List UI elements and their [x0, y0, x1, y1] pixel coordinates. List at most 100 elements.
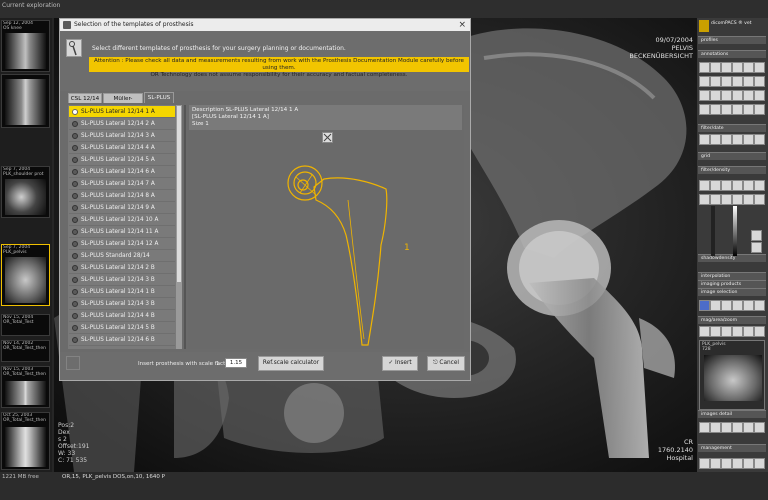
tool-button-icon[interactable] — [754, 458, 765, 469]
radio-icon[interactable] — [72, 325, 78, 331]
radio-icon[interactable] — [72, 277, 78, 283]
section-filter-density[interactable]: filter/density — [698, 166, 766, 174]
thumb-t4[interactable]: Oct 25, 2003 OR_Total_Test_then — [1, 412, 50, 470]
radio-icon[interactable] — [72, 241, 78, 247]
current-image-thumb[interactable]: PLK_pelvis 728 — [699, 340, 765, 410]
tool-button-icon[interactable] — [732, 90, 743, 101]
tool-button-icon[interactable] — [754, 62, 765, 73]
template-item[interactable]: SL-PLUS Lateral 12/14 9 A — [69, 202, 175, 214]
scale-factor-input[interactable]: 1.15 — [225, 358, 247, 368]
section-management[interactable]: management — [698, 444, 766, 452]
radio-icon[interactable] — [72, 157, 78, 163]
section-profiles[interactable]: profiles — [698, 36, 766, 44]
tool-button-icon[interactable] — [710, 62, 721, 73]
radio-icon[interactable] — [72, 205, 78, 211]
thumb-t3[interactable]: Nov 15, 2003 OR_Total_Test_then — [1, 366, 50, 408]
radio-icon[interactable] — [72, 109, 78, 115]
tool-button-icon[interactable] — [710, 300, 721, 311]
tool-button-icon[interactable] — [721, 300, 732, 311]
tool-button-icon[interactable] — [754, 194, 765, 205]
section-annotations[interactable]: annotations — [698, 50, 766, 58]
template-item[interactable]: SL-PLUS Lateral 12/14 3 B — [69, 298, 175, 310]
thumb-t1[interactable]: Nov 15, 2004 OR_Total_Test — [1, 314, 50, 336]
tool-button-icon[interactable] — [710, 458, 721, 469]
template-item[interactable]: SL-PLUS Lateral 12/14 3 A — [69, 130, 175, 142]
template-item[interactable]: SL-PLUS Lateral 12/14 2 B — [69, 262, 175, 274]
radio-icon[interactable] — [72, 133, 78, 139]
tool-button-icon[interactable] — [732, 180, 743, 191]
tool-button-icon[interactable] — [699, 194, 710, 205]
tool-button-icon[interactable] — [743, 180, 754, 191]
tool-button-icon[interactable] — [710, 422, 721, 433]
tool-button-icon[interactable] — [710, 76, 721, 87]
insert-button[interactable]: ✓ Insert — [382, 356, 418, 371]
tool-button-icon[interactable] — [732, 104, 743, 115]
tool-button-icon[interactable] — [710, 104, 721, 115]
tool-button-icon[interactable] — [699, 326, 710, 337]
tool-button-icon[interactable] — [754, 76, 765, 87]
thumb-knee[interactable]: Sep 12, 2004 OS knee — [1, 20, 50, 72]
tool-button-icon[interactable] — [754, 300, 765, 311]
tool-button-icon[interactable] — [721, 62, 732, 73]
tool-button-icon[interactable] — [721, 90, 732, 101]
tool-button-icon[interactable] — [732, 76, 743, 87]
tool-button-icon[interactable] — [732, 422, 743, 433]
tool-button-icon[interactable] — [732, 62, 743, 73]
tool-button-icon[interactable] — [743, 134, 754, 145]
tool-button-icon[interactable] — [732, 194, 743, 205]
tool-button-icon[interactable] — [754, 326, 765, 337]
tool-button-icon[interactable] — [699, 90, 710, 101]
radio-icon[interactable] — [72, 181, 78, 187]
tool-button-icon[interactable] — [699, 62, 710, 73]
radio-icon[interactable] — [72, 145, 78, 151]
tool-button-icon[interactable] — [721, 458, 732, 469]
template-item[interactable]: SL-PLUS Lateral 12/14 2 A — [69, 118, 175, 130]
template-item[interactable]: SL-PLUS Lateral 12/14 4 B — [69, 310, 175, 322]
template-item[interactable]: SL-PLUS Lateral 12/14 1 B — [69, 286, 175, 298]
section-image-selection[interactable]: image selection — [698, 288, 766, 296]
tool-button-icon[interactable] — [754, 180, 765, 191]
tool-button-icon[interactable] — [754, 134, 765, 145]
tool-button-icon[interactable] — [699, 458, 710, 469]
tool-button-icon[interactable] — [699, 300, 710, 311]
template-item[interactable]: SL-PLUS Lateral 12/14 7 A — [69, 178, 175, 190]
radio-icon[interactable] — [72, 169, 78, 175]
section-interpolation[interactable]: interpolation — [698, 272, 766, 280]
tool-button-icon[interactable] — [710, 134, 721, 145]
template-item[interactable]: SL-PLUS Lateral 12/14 6 B — [69, 334, 175, 346]
tool-button-icon[interactable] — [721, 194, 732, 205]
tool-button-icon[interactable] — [710, 180, 721, 191]
radio-icon[interactable] — [72, 193, 78, 199]
tool-button-icon[interactable] — [699, 180, 710, 191]
tool-button-icon[interactable] — [743, 422, 754, 433]
radio-icon[interactable] — [72, 253, 78, 259]
tool-button-icon[interactable] — [710, 326, 721, 337]
template-item[interactable]: SL-PLUS Lateral 12/14 5 A — [69, 154, 175, 166]
thumb-t2[interactable]: Nov 14, 2002 OR_Total_Test_then — [1, 340, 50, 362]
template-item[interactable]: SL-PLUS Lateral 12/14 4 A — [69, 142, 175, 154]
tool-button-icon[interactable] — [743, 76, 754, 87]
tool-button-icon[interactable] — [732, 458, 743, 469]
tool-button-icon[interactable] — [721, 180, 732, 191]
section-shadowdensity[interactable]: shadowdensity — [698, 254, 766, 262]
thumb-knee-2[interactable] — [1, 74, 50, 128]
radio-icon[interactable] — [72, 265, 78, 271]
tool-button-icon[interactable] — [710, 194, 721, 205]
tool-button-icon[interactable] — [732, 134, 743, 145]
ref-scale-calculator-button[interactable]: Ref.scale calculator — [258, 356, 324, 371]
section-images-detail[interactable]: images detail — [698, 410, 766, 418]
tool-button-icon[interactable] — [710, 90, 721, 101]
template-item[interactable]: SL-PLUS Lateral 12/14 5 B — [69, 322, 175, 334]
zoom-icon[interactable] — [322, 132, 333, 143]
radio-icon[interactable] — [72, 313, 78, 319]
template-item[interactable]: SL-PLUS Lateral 12/14 11 A — [69, 226, 175, 238]
tool-button-icon[interactable] — [699, 134, 710, 145]
tool-button-icon[interactable] — [721, 422, 732, 433]
section-imaging-products[interactable]: imaging products — [698, 280, 766, 288]
template-item[interactable]: SL-PLUS Lateral 12/14 10 A — [69, 214, 175, 226]
tool-button-icon[interactable] — [721, 76, 732, 87]
tool-button-icon[interactable] — [743, 194, 754, 205]
tool-button-icon[interactable] — [743, 62, 754, 73]
template-item[interactable]: SL-PLUS Lateral 12/14 1 A — [69, 106, 175, 118]
section-grid[interactable]: grid — [698, 152, 766, 160]
